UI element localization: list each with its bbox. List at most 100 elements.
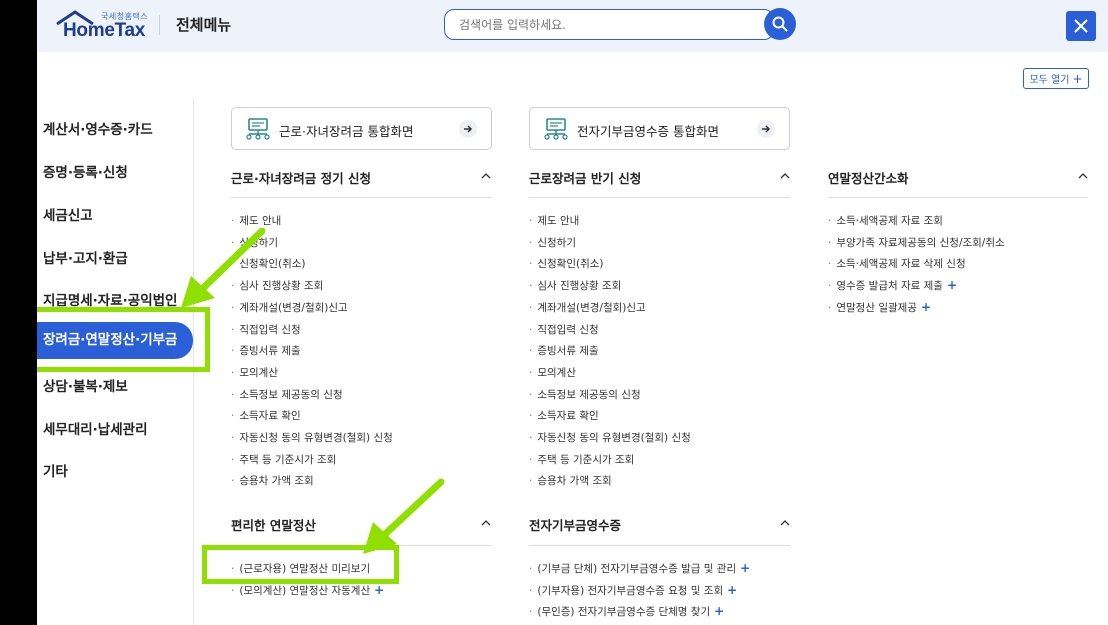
donation-receipt-integrated-button[interactable]: 전자기부금영수증 통합화면 <box>529 107 790 150</box>
menu-item-label: 자동신청 동의 유형변경(철회) 신청 <box>537 432 691 444</box>
sidebar-item-certificate[interactable]: 증명·등록·신청 <box>43 161 128 181</box>
menu-item-label: 주택 등 기준시가 조회 <box>239 453 337 466</box>
sidebar-item-incentives[interactable]: 장려금·연말정산·기부금 <box>37 322 193 359</box>
plus-icon: + <box>714 604 725 618</box>
menu-item-label: 직접입력 신청 <box>239 323 301 336</box>
bullet-icon: · <box>231 584 235 597</box>
sidebar-item-agent[interactable]: 세무대리·납세관리 <box>43 418 148 438</box>
bullet-icon: · <box>529 563 533 575</box>
bullet-icon: · <box>529 388 533 401</box>
menu-item-eitc-regular[interactable]: · 자동신청 동의 유형변경(철회) 신청 <box>231 430 393 445</box>
menu-item-eitc-regular[interactable]: · 제도 안내 <box>231 213 281 228</box>
menu-item-label: (무인증) 전자기부금영수증 단체명 찾기 <box>537 606 711 618</box>
menu-item-eitc-regular[interactable]: · 심사 진행상황 조회 <box>231 278 323 293</box>
menu-item-eitc-half[interactable]: · 심사 진행상황 조회 <box>529 278 621 293</box>
bullet-icon: · <box>231 475 235 488</box>
menu-item-eitc-half[interactable]: · 모의계산 <box>529 365 576 380</box>
bullet-icon: · <box>231 215 235 227</box>
menu-item-donation-receipt[interactable]: · (무인증) 전자기부금영수증 단체명 찾기 + <box>529 604 724 619</box>
menu-item-label: 증빙서류 제출 <box>239 345 301 358</box>
search-button[interactable] <box>764 8 796 40</box>
menu-item-eitc-regular[interactable]: · 소득정보 제공동의 신청 <box>231 387 343 402</box>
sidebar-item-etc[interactable]: 기타 <box>43 460 68 480</box>
chevron-up-icon[interactable] <box>481 173 491 179</box>
chevron-up-icon[interactable] <box>780 173 790 179</box>
menu-item-eitc-half[interactable]: · 주택 등 기준시가 조회 <box>529 452 634 467</box>
menu-item-simplified[interactable]: · 소득·세액공제 자료 조회 <box>828 213 943 228</box>
menu-item-convenient[interactable]: · (근로자용) 연말정산 미리보기 <box>231 561 370 576</box>
menu-item-label: 승용차 가액 조회 <box>537 475 612 488</box>
menu-item-label: 신청하기 <box>239 236 278 249</box>
menu-item-label: 주택 등 기준시가 조회 <box>537 453 635 466</box>
menu-item-eitc-half[interactable]: · 승용차 가액 조회 <box>529 473 612 488</box>
hometax-logo[interactable]: 국세청홈택스 HomeTax <box>55 8 150 42</box>
bullet-icon: · <box>529 301 533 314</box>
menu-item-simplified[interactable]: · 소득·세액공제 자료 삭제 신청 <box>828 256 966 271</box>
menu-item-label: 소득자료 확인 <box>239 410 301 423</box>
menu-item-eitc-half[interactable]: · 소득자료 확인 <box>529 408 599 423</box>
section-title-eitc-half[interactable]: 근로장려금 반기 신청 <box>529 168 641 187</box>
menu-item-label: 제도 안내 <box>537 215 580 227</box>
menu-item-eitc-regular[interactable]: · 신청하기 <box>231 235 278 250</box>
chevron-up-icon[interactable] <box>780 520 790 526</box>
bullet-icon: · <box>529 606 533 618</box>
menu-item-donation-receipt[interactable]: · (기부금 단체) 전자기부금영수증 발급 및 관리 + <box>529 561 750 576</box>
sidebar-item-tax-return[interactable]: 세금신고 <box>43 204 93 224</box>
bullet-icon: · <box>828 258 832 271</box>
bullet-icon: · <box>231 323 235 336</box>
menu-item-label: 소득정보 제공동의 신청 <box>239 388 343 401</box>
menu-item-eitc-regular[interactable]: · 직접입력 신청 <box>231 322 301 337</box>
chevron-up-icon[interactable] <box>1078 173 1088 179</box>
sidebar-item-statements[interactable]: 지급명세·자료·공익법인 <box>43 289 177 309</box>
menu-item-simplified[interactable]: · 영수증 발급처 자료 제출 + <box>828 278 957 293</box>
menu-item-eitc-regular[interactable]: · 증빙서류 제출 <box>231 343 301 358</box>
menu-item-label: 신청확인(취소) <box>239 258 306 271</box>
eitc-integrated-button[interactable]: 근로·자녀장려금 통합화면 <box>231 107 492 150</box>
bullet-icon: · <box>231 432 235 444</box>
menu-item-simplified[interactable]: · 부양가족 자료제공동의 신청/조회/취소 <box>828 235 1005 250</box>
menu-item-eitc-regular[interactable]: · 승용차 가액 조회 <box>231 473 314 488</box>
menu-item-label: 소득·세액공제 자료 삭제 신청 <box>836 258 966 271</box>
menu-item-label: 신청확인(취소) <box>537 258 604 271</box>
menu-item-eitc-half[interactable]: · 신청확인(취소) <box>529 256 604 271</box>
search-input[interactable] <box>444 9 774 40</box>
menu-item-eitc-regular[interactable]: · 모의계산 <box>231 365 278 380</box>
section-title-donation-receipt[interactable]: 전자기부금영수증 <box>529 515 621 534</box>
menu-item-eitc-half[interactable]: · 직접입력 신청 <box>529 322 599 337</box>
section-title-simplified[interactable]: 연말정산간소화 <box>828 168 909 187</box>
menu-item-convenient[interactable]: · (모의계산) 연말정산 자동계산 + <box>231 583 384 598</box>
bullet-icon: · <box>828 280 832 293</box>
chevron-up-icon[interactable] <box>481 520 491 526</box>
menu-item-eitc-half[interactable]: · 제도 안내 <box>529 213 579 228</box>
bullet-icon: · <box>529 366 533 379</box>
sidebar-item-invoice[interactable]: 계산서·영수증·카드 <box>43 118 153 138</box>
menu-item-eitc-regular[interactable]: · 주택 등 기준시가 조회 <box>231 452 336 467</box>
sidebar-item-consultation[interactable]: 상담·불복·제보 <box>43 375 128 395</box>
menu-item-eitc-half[interactable]: · 증빙서류 제출 <box>529 343 599 358</box>
menu-item-eitc-half[interactable]: · 신청하기 <box>529 235 576 250</box>
menu-item-eitc-regular[interactable]: · 신청확인(취소) <box>231 256 306 271</box>
menu-item-label: (모의계산) 연말정산 자동계산 <box>239 584 371 597</box>
logo-text: HomeTax <box>63 20 146 41</box>
menu-item-eitc-regular[interactable]: · 소득자료 확인 <box>231 408 301 423</box>
bullet-icon: · <box>529 410 533 423</box>
bullet-icon: · <box>231 563 235 575</box>
arrow-right-icon <box>459 120 477 138</box>
close-icon <box>1074 19 1088 33</box>
arrow-right-icon <box>757 120 775 138</box>
menu-item-label: 소득자료 확인 <box>537 410 599 423</box>
bullet-icon: · <box>231 410 235 423</box>
menu-item-eitc-half[interactable]: · 소득정보 제공동의 신청 <box>529 387 641 402</box>
section-title-eitc-regular[interactable]: 근로·자녀장려금 정기 신청 <box>231 168 371 187</box>
menu-item-eitc-half[interactable]: · 계좌개설(변경/철회)신고 <box>529 300 646 315</box>
section-title-convenient[interactable]: 편리한 연말정산 <box>231 515 316 534</box>
expand-all-button[interactable]: 모두 열기 + <box>1023 68 1089 89</box>
menu-item-eitc-half[interactable]: · 자동신청 동의 유형변경(철회) 신청 <box>529 430 691 445</box>
menu-item-donation-receipt[interactable]: · (기부자용) 전자기부금영수증 요청 및 조회 + <box>529 583 737 598</box>
sidebar-item-payment[interactable]: 납부·고지·환급 <box>43 247 128 267</box>
menu-item-simplified[interactable]: · 연말정산 일괄제공 + <box>828 300 931 315</box>
sidebar-divider <box>193 98 194 625</box>
menu-item-label: 연말정산 일괄제공 <box>836 301 917 314</box>
close-button[interactable] <box>1066 11 1096 41</box>
menu-item-eitc-regular[interactable]: · 계좌개설(변경/철회)신고 <box>231 300 348 315</box>
